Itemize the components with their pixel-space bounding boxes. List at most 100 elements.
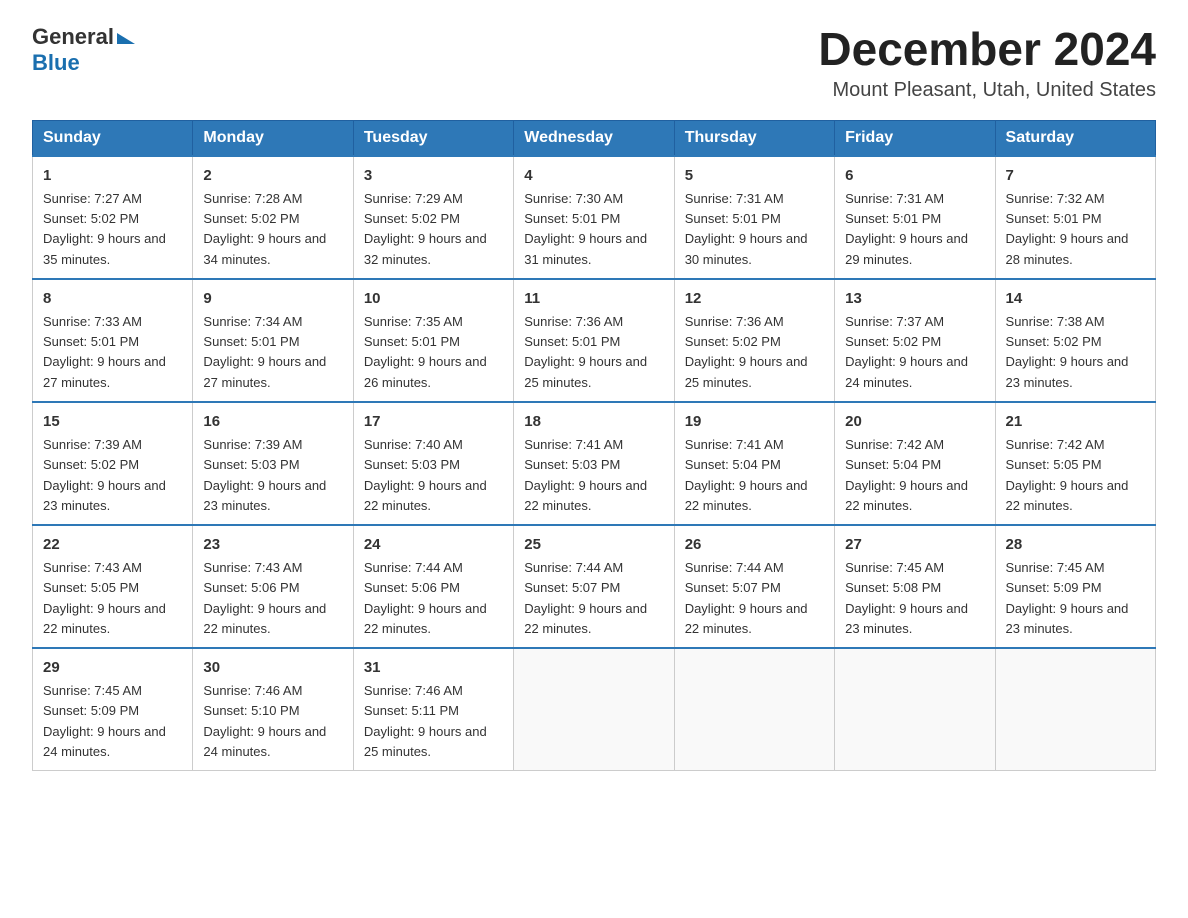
calendar-day-cell: 27Sunrise: 7:45 AMSunset: 5:08 PMDayligh… (835, 525, 995, 648)
day-number: 27 (845, 534, 984, 557)
day-number: 28 (1006, 534, 1145, 557)
day-info: Sunrise: 7:38 AMSunset: 5:02 PMDaylight:… (1006, 312, 1145, 393)
calendar-day-cell: 1Sunrise: 7:27 AMSunset: 5:02 PMDaylight… (33, 156, 193, 279)
day-number: 23 (203, 534, 342, 557)
day-number: 17 (364, 411, 503, 434)
day-number: 26 (685, 534, 824, 557)
day-number: 12 (685, 288, 824, 311)
day-info: Sunrise: 7:31 AMSunset: 5:01 PMDaylight:… (685, 189, 824, 270)
calendar-day-cell: 12Sunrise: 7:36 AMSunset: 5:02 PMDayligh… (674, 279, 834, 402)
day-number: 22 (43, 534, 182, 557)
calendar-day-cell: 22Sunrise: 7:43 AMSunset: 5:05 PMDayligh… (33, 525, 193, 648)
calendar-week-row: 29Sunrise: 7:45 AMSunset: 5:09 PMDayligh… (33, 648, 1156, 771)
day-info: Sunrise: 7:27 AMSunset: 5:02 PMDaylight:… (43, 189, 182, 270)
month-title: December 2024 (818, 24, 1156, 75)
calendar-day-cell: 9Sunrise: 7:34 AMSunset: 5:01 PMDaylight… (193, 279, 353, 402)
day-number: 20 (845, 411, 984, 434)
day-number: 19 (685, 411, 824, 434)
weekday-header-wednesday: Wednesday (514, 120, 674, 156)
day-number: 14 (1006, 288, 1145, 311)
logo-text-blue: Blue (32, 50, 80, 76)
day-number: 31 (364, 657, 503, 680)
logo-arrow-icon (117, 33, 135, 44)
day-number: 1 (43, 165, 182, 188)
day-info: Sunrise: 7:42 AMSunset: 5:04 PMDaylight:… (845, 435, 984, 516)
day-info: Sunrise: 7:43 AMSunset: 5:06 PMDaylight:… (203, 558, 342, 639)
day-number: 25 (524, 534, 663, 557)
day-info: Sunrise: 7:46 AMSunset: 5:10 PMDaylight:… (203, 681, 342, 762)
day-number: 2 (203, 165, 342, 188)
calendar-day-cell: 19Sunrise: 7:41 AMSunset: 5:04 PMDayligh… (674, 402, 834, 525)
day-info: Sunrise: 7:36 AMSunset: 5:02 PMDaylight:… (685, 312, 824, 393)
calendar-day-cell (835, 648, 995, 771)
page-header: General Blue December 2024 Mount Pleasan… (32, 24, 1156, 102)
calendar-table: SundayMondayTuesdayWednesdayThursdayFrid… (32, 120, 1156, 771)
location-title: Mount Pleasant, Utah, United States (818, 79, 1156, 102)
day-info: Sunrise: 7:39 AMSunset: 5:03 PMDaylight:… (203, 435, 342, 516)
day-number: 11 (524, 288, 663, 311)
calendar-week-row: 8Sunrise: 7:33 AMSunset: 5:01 PMDaylight… (33, 279, 1156, 402)
calendar-day-cell (674, 648, 834, 771)
day-number: 18 (524, 411, 663, 434)
day-info: Sunrise: 7:42 AMSunset: 5:05 PMDaylight:… (1006, 435, 1145, 516)
calendar-day-cell (995, 648, 1155, 771)
day-info: Sunrise: 7:40 AMSunset: 5:03 PMDaylight:… (364, 435, 503, 516)
day-info: Sunrise: 7:41 AMSunset: 5:03 PMDaylight:… (524, 435, 663, 516)
day-number: 7 (1006, 165, 1145, 188)
day-info: Sunrise: 7:44 AMSunset: 5:06 PMDaylight:… (364, 558, 503, 639)
day-number: 30 (203, 657, 342, 680)
calendar-day-cell: 3Sunrise: 7:29 AMSunset: 5:02 PMDaylight… (353, 156, 513, 279)
calendar-day-cell: 30Sunrise: 7:46 AMSunset: 5:10 PMDayligh… (193, 648, 353, 771)
calendar-day-cell: 14Sunrise: 7:38 AMSunset: 5:02 PMDayligh… (995, 279, 1155, 402)
calendar-day-cell: 24Sunrise: 7:44 AMSunset: 5:06 PMDayligh… (353, 525, 513, 648)
weekday-header-sunday: Sunday (33, 120, 193, 156)
day-number: 13 (845, 288, 984, 311)
calendar-day-cell: 10Sunrise: 7:35 AMSunset: 5:01 PMDayligh… (353, 279, 513, 402)
weekday-header-tuesday: Tuesday (353, 120, 513, 156)
weekday-header-thursday: Thursday (674, 120, 834, 156)
day-number: 9 (203, 288, 342, 311)
day-number: 29 (43, 657, 182, 680)
day-info: Sunrise: 7:45 AMSunset: 5:09 PMDaylight:… (1006, 558, 1145, 639)
calendar-day-cell: 8Sunrise: 7:33 AMSunset: 5:01 PMDaylight… (33, 279, 193, 402)
day-info: Sunrise: 7:37 AMSunset: 5:02 PMDaylight:… (845, 312, 984, 393)
day-number: 10 (364, 288, 503, 311)
day-info: Sunrise: 7:44 AMSunset: 5:07 PMDaylight:… (524, 558, 663, 639)
day-info: Sunrise: 7:33 AMSunset: 5:01 PMDaylight:… (43, 312, 182, 393)
logo: General Blue (32, 24, 135, 76)
day-info: Sunrise: 7:30 AMSunset: 5:01 PMDaylight:… (524, 189, 663, 270)
calendar-day-cell: 20Sunrise: 7:42 AMSunset: 5:04 PMDayligh… (835, 402, 995, 525)
day-info: Sunrise: 7:32 AMSunset: 5:01 PMDaylight:… (1006, 189, 1145, 270)
calendar-day-cell: 15Sunrise: 7:39 AMSunset: 5:02 PMDayligh… (33, 402, 193, 525)
day-info: Sunrise: 7:39 AMSunset: 5:02 PMDaylight:… (43, 435, 182, 516)
day-number: 8 (43, 288, 182, 311)
day-info: Sunrise: 7:45 AMSunset: 5:09 PMDaylight:… (43, 681, 182, 762)
day-info: Sunrise: 7:44 AMSunset: 5:07 PMDaylight:… (685, 558, 824, 639)
day-number: 16 (203, 411, 342, 434)
day-info: Sunrise: 7:28 AMSunset: 5:02 PMDaylight:… (203, 189, 342, 270)
day-number: 3 (364, 165, 503, 188)
day-number: 21 (1006, 411, 1145, 434)
calendar-day-cell: 2Sunrise: 7:28 AMSunset: 5:02 PMDaylight… (193, 156, 353, 279)
calendar-day-cell: 28Sunrise: 7:45 AMSunset: 5:09 PMDayligh… (995, 525, 1155, 648)
day-number: 15 (43, 411, 182, 434)
calendar-day-cell: 6Sunrise: 7:31 AMSunset: 5:01 PMDaylight… (835, 156, 995, 279)
day-number: 5 (685, 165, 824, 188)
calendar-day-cell: 5Sunrise: 7:31 AMSunset: 5:01 PMDaylight… (674, 156, 834, 279)
calendar-day-cell: 26Sunrise: 7:44 AMSunset: 5:07 PMDayligh… (674, 525, 834, 648)
day-info: Sunrise: 7:35 AMSunset: 5:01 PMDaylight:… (364, 312, 503, 393)
calendar-day-cell: 29Sunrise: 7:45 AMSunset: 5:09 PMDayligh… (33, 648, 193, 771)
title-section: December 2024 Mount Pleasant, Utah, Unit… (818, 24, 1156, 102)
day-info: Sunrise: 7:36 AMSunset: 5:01 PMDaylight:… (524, 312, 663, 393)
calendar-day-cell: 13Sunrise: 7:37 AMSunset: 5:02 PMDayligh… (835, 279, 995, 402)
calendar-day-cell: 21Sunrise: 7:42 AMSunset: 5:05 PMDayligh… (995, 402, 1155, 525)
day-number: 6 (845, 165, 984, 188)
calendar-day-cell: 11Sunrise: 7:36 AMSunset: 5:01 PMDayligh… (514, 279, 674, 402)
day-info: Sunrise: 7:46 AMSunset: 5:11 PMDaylight:… (364, 681, 503, 762)
weekday-header-row: SundayMondayTuesdayWednesdayThursdayFrid… (33, 120, 1156, 156)
day-number: 4 (524, 165, 663, 188)
weekday-header-friday: Friday (835, 120, 995, 156)
calendar-day-cell: 18Sunrise: 7:41 AMSunset: 5:03 PMDayligh… (514, 402, 674, 525)
calendar-day-cell: 23Sunrise: 7:43 AMSunset: 5:06 PMDayligh… (193, 525, 353, 648)
calendar-day-cell: 17Sunrise: 7:40 AMSunset: 5:03 PMDayligh… (353, 402, 513, 525)
